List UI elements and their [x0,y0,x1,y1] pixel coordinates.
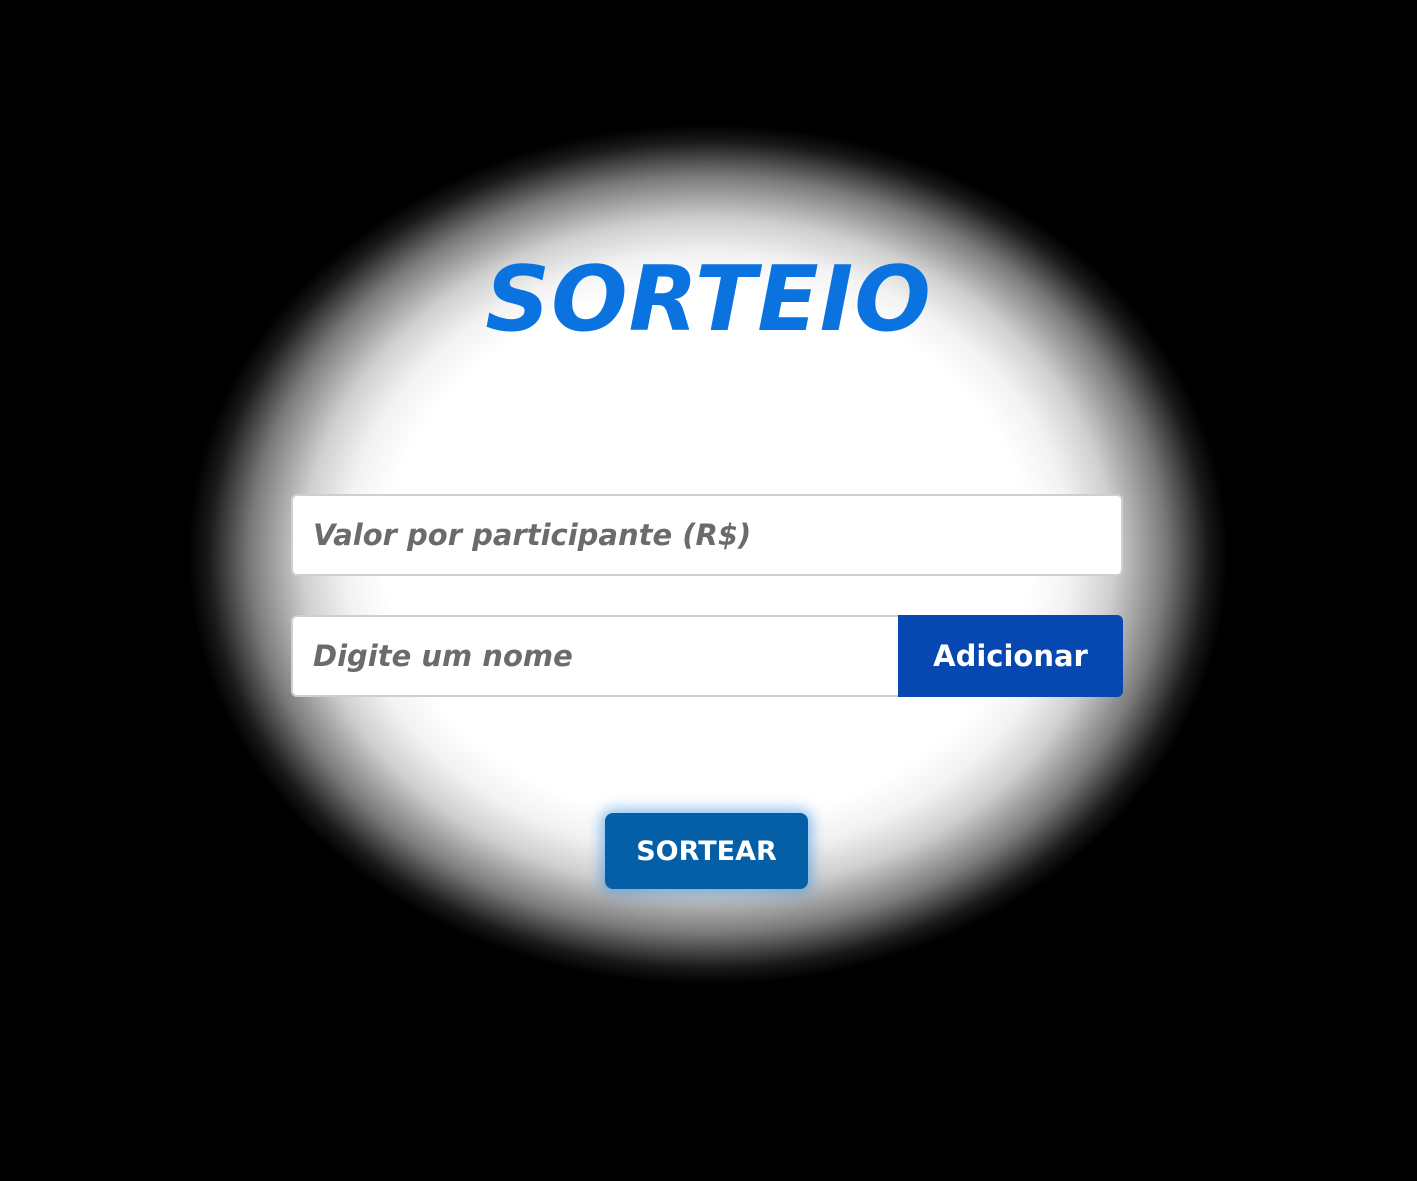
app-stage: SORTEIO Adicionar SORTEAR [0,0,1417,1181]
sortear-button[interactable]: SORTEAR [605,813,808,889]
page-title: SORTEIO [485,247,932,352]
adicionar-button[interactable]: Adicionar [898,615,1123,697]
spotlight-vignette [0,0,1417,1181]
valor-participante-input[interactable] [291,494,1123,576]
nome-input[interactable] [291,615,903,697]
